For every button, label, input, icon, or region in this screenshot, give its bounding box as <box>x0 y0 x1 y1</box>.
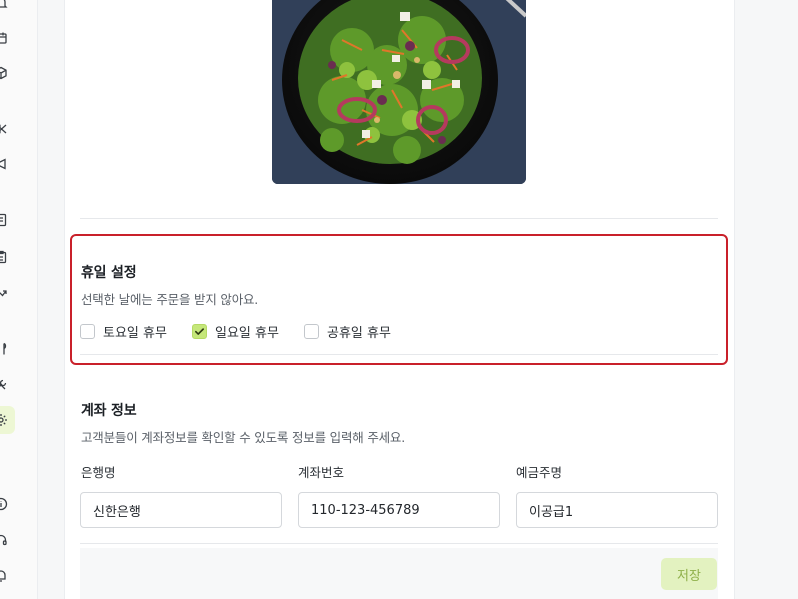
alarm-icon[interactable] <box>0 568 8 582</box>
document-icon[interactable] <box>0 213 8 227</box>
headset-icon[interactable] <box>0 533 8 547</box>
account-description: 고객분들이 계좌정보를 확인할 수 있도록 정보를 입력해 주세요. <box>81 430 405 445</box>
fork-knife-icon[interactable] <box>0 342 8 356</box>
save-button[interactable]: 저장 <box>661 558 717 590</box>
clipboard-icon[interactable] <box>0 250 8 264</box>
calendar-icon[interactable] <box>0 31 8 45</box>
bell-icon[interactable] <box>0 0 8 10</box>
divider <box>80 354 718 355</box>
chart-icon[interactable] <box>0 286 8 300</box>
bank-label: 은행명 <box>81 465 116 480</box>
sunday-checkbox[interactable]: 일요일 휴무 <box>192 322 279 341</box>
bank-name-input[interactable] <box>80 492 282 528</box>
gear-icon[interactable] <box>0 413 8 427</box>
divider <box>80 543 718 544</box>
megaphone-icon[interactable] <box>0 157 8 171</box>
sidebar <box>0 0 38 599</box>
store-photo <box>272 0 526 184</box>
saturday-checkbox[interactable]: 토요일 휴무 <box>80 322 167 341</box>
divider <box>80 218 718 219</box>
holiday-checkbox[interactable]: 공휴일 휴무 <box>304 322 391 341</box>
saturday-label: 토요일 휴무 <box>103 326 167 341</box>
public-holiday-label: 공휴일 휴무 <box>327 326 391 341</box>
account-title: 계좌 정보 <box>81 403 137 419</box>
checkbox-box[interactable] <box>80 324 95 339</box>
scissors-icon[interactable] <box>0 122 8 136</box>
info-icon[interactable] <box>0 497 8 511</box>
sunday-label: 일요일 휴무 <box>215 326 279 341</box>
holiday-description: 선택한 날에는 주문을 받지 않아요. <box>81 292 259 307</box>
tools-icon[interactable] <box>0 378 8 392</box>
checkbox-box[interactable] <box>304 324 319 339</box>
form-footer <box>80 548 718 599</box>
account-holder-input[interactable] <box>516 492 718 528</box>
check-icon <box>195 328 204 335</box>
account-number-label: 계좌번호 <box>298 465 345 480</box>
account-holder-label: 예금주명 <box>516 465 563 480</box>
cube-icon[interactable] <box>0 66 8 80</box>
holiday-title: 휴일 설정 <box>81 265 137 281</box>
account-number-input[interactable] <box>298 492 500 528</box>
checkbox-box-checked[interactable] <box>192 324 207 339</box>
